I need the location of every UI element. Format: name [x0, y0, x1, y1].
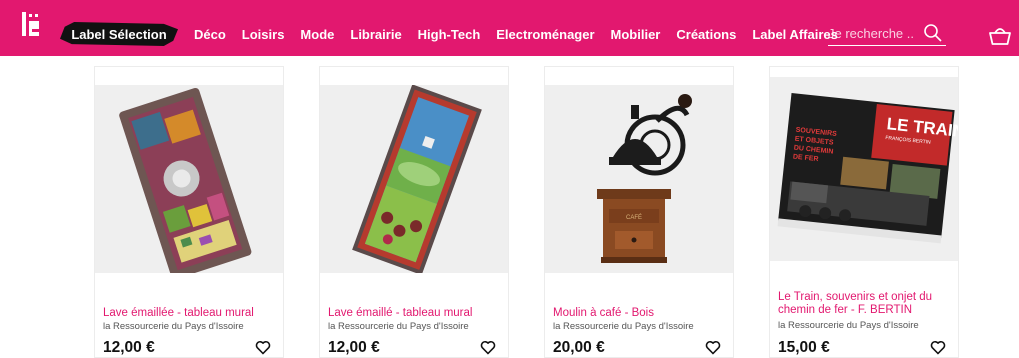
product-title-line-1: Le Train, souvenirs et onjet du — [778, 291, 933, 303]
label-selection-text: Label Sélection — [71, 26, 167, 42]
product-image[interactable] — [320, 85, 508, 273]
nav-item-librairie[interactable]: Librairie — [350, 27, 401, 43]
product-image[interactable] — [95, 85, 283, 273]
search-input[interactable] — [828, 24, 914, 42]
top-navigation-bar: Label Sélection Déco Loisirs Mode Librai… — [0, 0, 1019, 56]
nav-item-loisirs[interactable]: Loisirs — [242, 27, 285, 43]
product-image[interactable]: LE TRAIN FRANÇOIS BERTIN SOUVENIRS ET OB… — [770, 77, 958, 261]
product-card[interactable]: Lave émaillée - tableau mural la Ressour… — [94, 66, 284, 358]
search-icon[interactable] — [923, 23, 943, 43]
box-label-text: CAFÉ — [626, 214, 642, 221]
product-card[interactable]: CAFÉ Moulin à café - Bois la Ressourceri… — [544, 66, 734, 358]
heart-icon[interactable] — [930, 340, 946, 355]
product-seller: la Ressourcerie du Pays d'Issoire — [778, 320, 919, 331]
heart-icon[interactable] — [705, 340, 721, 355]
product-card[interactable]: LE TRAIN FRANÇOIS BERTIN SOUVENIRS ET OB… — [769, 66, 959, 358]
heart-icon[interactable] — [480, 340, 496, 355]
product-price: 12,00 € — [328, 339, 380, 356]
product-seller: la Ressourcerie du Pays d'Issoire — [328, 321, 469, 332]
product-seller: la Ressourcerie du Pays d'Issoire — [553, 321, 694, 332]
main-menu: Déco Loisirs Mode Librairie High-Tech El… — [194, 27, 854, 43]
nav-item-label-affaires[interactable]: Label Affaires — [752, 27, 838, 43]
nav-item-creations[interactable]: Créations — [676, 27, 736, 43]
product-price: 12,00 € — [103, 339, 155, 356]
nav-item-electromenager[interactable]: Electroménager — [496, 27, 594, 43]
search-box — [828, 20, 946, 46]
site-logo[interactable] — [20, 12, 42, 42]
label-selection-link[interactable]: Label Sélection — [60, 22, 178, 46]
product-title[interactable]: Lave émaillé - tableau mural — [328, 307, 472, 320]
product-image[interactable]: CAFÉ — [545, 85, 733, 273]
product-title[interactable]: Lave émaillée - tableau mural — [103, 307, 254, 320]
product-price: 20,00 € — [553, 339, 605, 356]
product-title[interactable]: Le Train, souvenirs et onjet du chemin d… — [778, 291, 932, 317]
product-title[interactable]: Moulin à café - Bois — [553, 307, 654, 320]
product-seller: la Ressourcerie du Pays d'Issoire — [103, 321, 244, 332]
heart-icon[interactable] — [255, 340, 271, 355]
nav-item-mode[interactable]: Mode — [300, 27, 334, 43]
product-price: 15,00 € — [778, 339, 830, 356]
nav-item-mobilier[interactable]: Mobilier — [611, 27, 661, 43]
basket-icon[interactable] — [988, 26, 1012, 46]
nav-item-deco[interactable]: Déco — [194, 27, 226, 43]
product-card[interactable]: Lave émaillé - tableau mural la Ressourc… — [319, 66, 509, 358]
product-title-line-2: chemin de fer - F. BERTIN — [778, 304, 912, 316]
nav-item-high-tech[interactable]: High-Tech — [418, 27, 481, 43]
